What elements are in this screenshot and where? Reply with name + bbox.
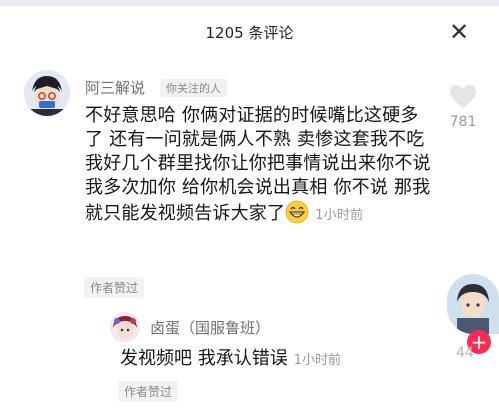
heart-icon[interactable] — [449, 84, 477, 110]
author-tag: 你关注的人 — [160, 79, 227, 97]
comment-author[interactable]: 阿三解说 — [85, 77, 145, 98]
like-button[interactable]: 781 — [443, 84, 483, 130]
reply-author[interactable]: 卤蛋（国服鲁班） — [150, 317, 270, 338]
creator-avatar[interactable] — [447, 274, 499, 334]
like-count: 781 — [449, 114, 477, 130]
comment-body: 不好意思哈 你俩对证据的时候嘴比这硬多了 还有一问就是俩人不熟 卖惨这套我不吃 … — [85, 105, 431, 224]
author-liked-badge: 作者赞过 — [84, 277, 145, 298]
comment-time: 1小时前 — [315, 208, 364, 223]
close-icon[interactable]: ✕ — [445, 18, 473, 46]
comments-title: 1205 条评论 — [205, 24, 294, 42]
reply-author-liked-badge: 作者赞过 — [118, 381, 179, 402]
grinning-face-emoji — [285, 200, 309, 224]
reply-time: 1小时前 — [293, 353, 342, 368]
comments-header: 1205 条评论 ✕ — [0, 10, 499, 54]
avatar[interactable] — [24, 70, 70, 116]
top-strip — [0, 0, 499, 6]
reply-like-count: 44 — [456, 345, 474, 361]
reply-avatar[interactable] — [110, 312, 140, 342]
reply-text: 发视频吧 我承认错误 1小时前 — [120, 344, 341, 370]
reply-body: 发视频吧 我承认错误 — [120, 348, 288, 369]
comment-text: 不好意思哈 你俩对证据的时候嘴比这硬多了 还有一问就是俩人不熟 卖惨这套我不吃 … — [85, 104, 435, 228]
